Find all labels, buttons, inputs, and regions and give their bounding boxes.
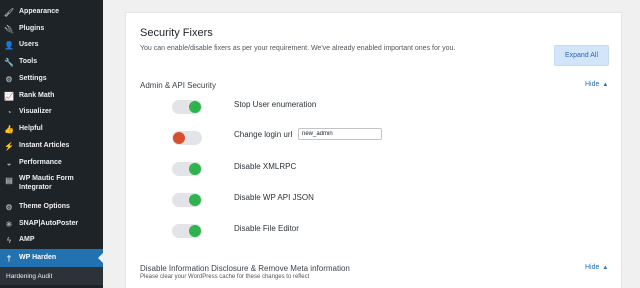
sidebar-item-label: Visualizer bbox=[19, 108, 52, 115]
sidebar-item-users[interactable]: 👤 Users bbox=[0, 37, 103, 53]
page-title: Security Fixers bbox=[140, 27, 213, 39]
hide-label: Hide bbox=[585, 264, 600, 271]
toggle-change-login-url[interactable] bbox=[172, 131, 202, 145]
sidebar-item-label: Settings bbox=[19, 75, 47, 82]
sidebar-item-label: SNAP|AutoPoster bbox=[19, 220, 79, 227]
sidebar-item-label: Helpful bbox=[19, 125, 43, 132]
toggle-disable-wp-api-json[interactable] bbox=[172, 193, 202, 207]
sidebar-item-performance[interactable]: ◒ Performance bbox=[0, 155, 103, 171]
sidebar-item-label: WP Mautic Form Integrator bbox=[19, 175, 74, 191]
sidebar-item-wp-mautic[interactable]: ▤ WP Mautic Form Integrator bbox=[0, 174, 103, 196]
fixer-label-disable-xmlrpc: Disable XMLRPC bbox=[234, 162, 297, 171]
user-icon: 👤 bbox=[4, 40, 14, 50]
pie-chart-icon: ◔ bbox=[6, 107, 12, 117]
bolt-icon: ⚡ bbox=[4, 141, 14, 151]
cache-note: Please clear your WordPress cache for th… bbox=[140, 274, 310, 280]
toggle-knob bbox=[189, 225, 201, 237]
hide-label: Hide bbox=[585, 81, 600, 88]
expand-all-button[interactable]: Expand All bbox=[554, 45, 609, 66]
gauge-icon: ◒ bbox=[6, 158, 12, 168]
form-icon: ▤ bbox=[5, 175, 13, 185]
page-subtitle: You can enable/disable fixers as per you… bbox=[140, 45, 456, 52]
chevron-up-icon: ▲ bbox=[602, 81, 609, 88]
plug-icon: 🔌 bbox=[4, 24, 14, 34]
fixer-label-stop-user-enumeration: Stop User enumeration bbox=[234, 100, 317, 109]
toggle-disable-xmlrpc[interactable] bbox=[172, 162, 202, 176]
sidebar-item-rank-math[interactable]: 📈 Rank Math bbox=[0, 88, 103, 104]
sidebar-item-wp-harden[interactable]: † WP Harden bbox=[0, 249, 103, 267]
sidebar-item-label: Theme Options bbox=[19, 203, 70, 210]
sidebar-item-amp[interactable]: ϟ AMP bbox=[0, 232, 103, 248]
share-icon: ✳ bbox=[5, 219, 13, 229]
section-title-admin-api: Admin & API Security bbox=[140, 81, 217, 90]
sidebar-item-helpful[interactable]: 👍 Helpful bbox=[0, 121, 103, 137]
sidebar-item-snap-autoposter[interactable]: ✳ SNAP|AutoPoster bbox=[0, 216, 103, 232]
sidebar-item-label: Performance bbox=[19, 159, 62, 166]
login-url-input[interactable] bbox=[298, 128, 382, 140]
sidebar-item-tools[interactable]: 🔧 Tools bbox=[0, 54, 103, 70]
thumbs-up-icon: 👍 bbox=[4, 124, 14, 134]
hide-toggle-admin-api[interactable]: Hide ▲ bbox=[585, 81, 608, 88]
toggle-knob bbox=[189, 101, 201, 113]
toggle-disable-file-editor[interactable] bbox=[172, 224, 202, 238]
fixer-label-change-login-url: Change login url bbox=[234, 130, 293, 139]
sidebar-item-settings[interactable]: ⚙ Settings bbox=[0, 71, 103, 87]
gear-icon: ⚙ bbox=[5, 202, 13, 212]
toggle-knob bbox=[189, 194, 201, 206]
sidebar-item-plugins[interactable]: 🔌 Plugins bbox=[0, 21, 103, 37]
sidebar-item-theme-options[interactable]: ⚙ Theme Options bbox=[0, 199, 103, 215]
settings-icon: ⚙ bbox=[5, 74, 13, 84]
sidebar-item-visualizer[interactable]: ◔ Visualizer bbox=[0, 104, 103, 120]
admin-sidebar: 🖌 Appearance 🔌 Plugins 👤 Users 🔧 Tools ⚙… bbox=[0, 0, 103, 288]
toggle-knob bbox=[173, 132, 185, 144]
toggle-stop-user-enumeration[interactable] bbox=[172, 100, 202, 114]
paintbrush-icon: 🖌 bbox=[3, 7, 15, 17]
security-fixers-panel bbox=[125, 12, 622, 288]
sidebar-item-appearance[interactable]: 🖌 Appearance bbox=[0, 4, 103, 20]
fixer-label-disable-wp-api-json: Disable WP API JSON bbox=[234, 193, 314, 202]
hide-toggle-info-disclosure[interactable]: Hide ▲ bbox=[585, 264, 608, 271]
sidebar-item-instant-articles[interactable]: ⚡ Instant Articles bbox=[0, 138, 103, 154]
amp-icon: ϟ bbox=[6, 235, 12, 245]
wrench-icon: 🔧 bbox=[4, 57, 14, 67]
sidebar-item-label: Rank Math bbox=[19, 92, 55, 99]
submenu-item-hardening-audit[interactable]: Hardening Audit bbox=[0, 267, 103, 285]
sidebar-item-label: AMP bbox=[19, 236, 35, 243]
toggle-knob bbox=[189, 163, 201, 175]
section-title-info-disclosure: Disable Information Disclosure & Remove … bbox=[140, 264, 350, 273]
chevron-up-icon: ▲ bbox=[602, 264, 609, 271]
sidebar-item-label: Appearance bbox=[19, 8, 60, 15]
sidebar-item-label: Tools bbox=[19, 58, 38, 65]
sidebar-item-label: Plugins bbox=[19, 25, 45, 32]
sidebar-item-label: Instant Articles bbox=[19, 142, 70, 149]
chart-icon: 📈 bbox=[4, 91, 14, 101]
pin-icon: † bbox=[6, 253, 12, 263]
sidebar-item-label: Users bbox=[19, 41, 39, 48]
fixer-label-disable-file-editor: Disable File Editor bbox=[234, 224, 299, 233]
sidebar-item-label: WP Harden bbox=[19, 254, 57, 261]
